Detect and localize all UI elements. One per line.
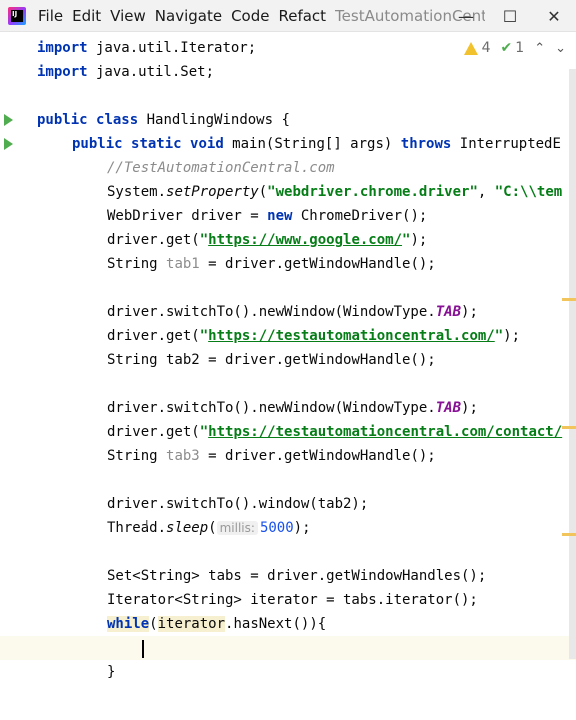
code-editor[interactable]: import java.util.Iterator; import java.u… xyxy=(0,33,576,720)
intellij-logo-icon[interactable]: IJ xyxy=(8,6,26,25)
code-line: public static void main(String[] args) t… xyxy=(72,136,561,152)
window-controls: — ☐ ✕ xyxy=(444,0,576,32)
warning-stripe[interactable] xyxy=(562,426,576,429)
title-bar: IJ File Edit View Navigate Code Refact T… xyxy=(0,0,576,32)
editor-scrollbar[interactable] xyxy=(569,69,576,659)
url-link[interactable]: https://testautomationcentral.com/contac… xyxy=(208,424,562,440)
code-line: import java.util.Set; xyxy=(37,64,215,80)
text-caret xyxy=(142,640,144,658)
menu-file[interactable]: File xyxy=(38,7,63,25)
code-line: driver.switchTo().newWindow(WindowType.T… xyxy=(107,400,478,416)
code-line: WebDriver driver = new ChromeDriver(); xyxy=(107,208,428,224)
menu-view[interactable]: View xyxy=(110,7,146,25)
param-hint: millis: xyxy=(216,521,258,535)
url-link[interactable]: https://testautomationcentral.com/ xyxy=(208,328,495,344)
code-line: driver.get("https://testautomationcentra… xyxy=(107,424,563,440)
maximize-button[interactable]: ☐ xyxy=(488,4,532,28)
code-line: driver.get("https://testautomationcentra… xyxy=(107,328,521,344)
code-line: driver.get("https://www.google.com/"); xyxy=(107,232,428,248)
menu-navigate[interactable]: Navigate xyxy=(155,7,222,25)
code-line: driver.switchTo().window(tab2); xyxy=(107,496,369,512)
mouse-cursor-icon: I xyxy=(145,518,149,532)
minimize-button[interactable]: — xyxy=(444,4,488,28)
menu-code[interactable]: Code xyxy=(231,7,269,25)
code-line: public class HandlingWindows { xyxy=(37,112,290,128)
code-line: String tab1 = driver.getWindowHandle(); xyxy=(107,256,436,272)
code-line: //TestAutomationCentral.com xyxy=(107,160,335,176)
current-line xyxy=(0,636,576,660)
code-line: driver.switchTo().newWindow(WindowType.T… xyxy=(107,304,478,320)
main-menu: File Edit View Navigate Code Refact xyxy=(38,0,335,32)
code-line: } xyxy=(107,664,116,680)
warning-stripe[interactable] xyxy=(562,298,576,301)
code-line: System.setProperty("webdriver.chrome.dri… xyxy=(107,184,563,200)
menu-refactor[interactable]: Refact xyxy=(278,7,326,25)
code-line: String tab3 = driver.getWindowHandle(); xyxy=(107,448,436,464)
code-line: Iterator<String> iterator = tabs.iterato… xyxy=(107,592,478,608)
code-line: Thread.sleep(millis: 5000); xyxy=(107,520,311,536)
code-line: String tab2 = driver.getWindowHandle(); xyxy=(107,352,436,368)
code-line: while(iterator.hasNext()){ xyxy=(107,616,327,632)
code-line: Set<String> tabs = driver.getWindowHandl… xyxy=(107,568,487,584)
menu-edit[interactable]: Edit xyxy=(72,7,101,25)
warning-stripe[interactable] xyxy=(562,533,576,536)
code-line: import java.util.Iterator; xyxy=(37,40,257,56)
url-link[interactable]: https://www.google.com/ xyxy=(208,232,402,248)
close-button[interactable]: ✕ xyxy=(532,4,576,28)
